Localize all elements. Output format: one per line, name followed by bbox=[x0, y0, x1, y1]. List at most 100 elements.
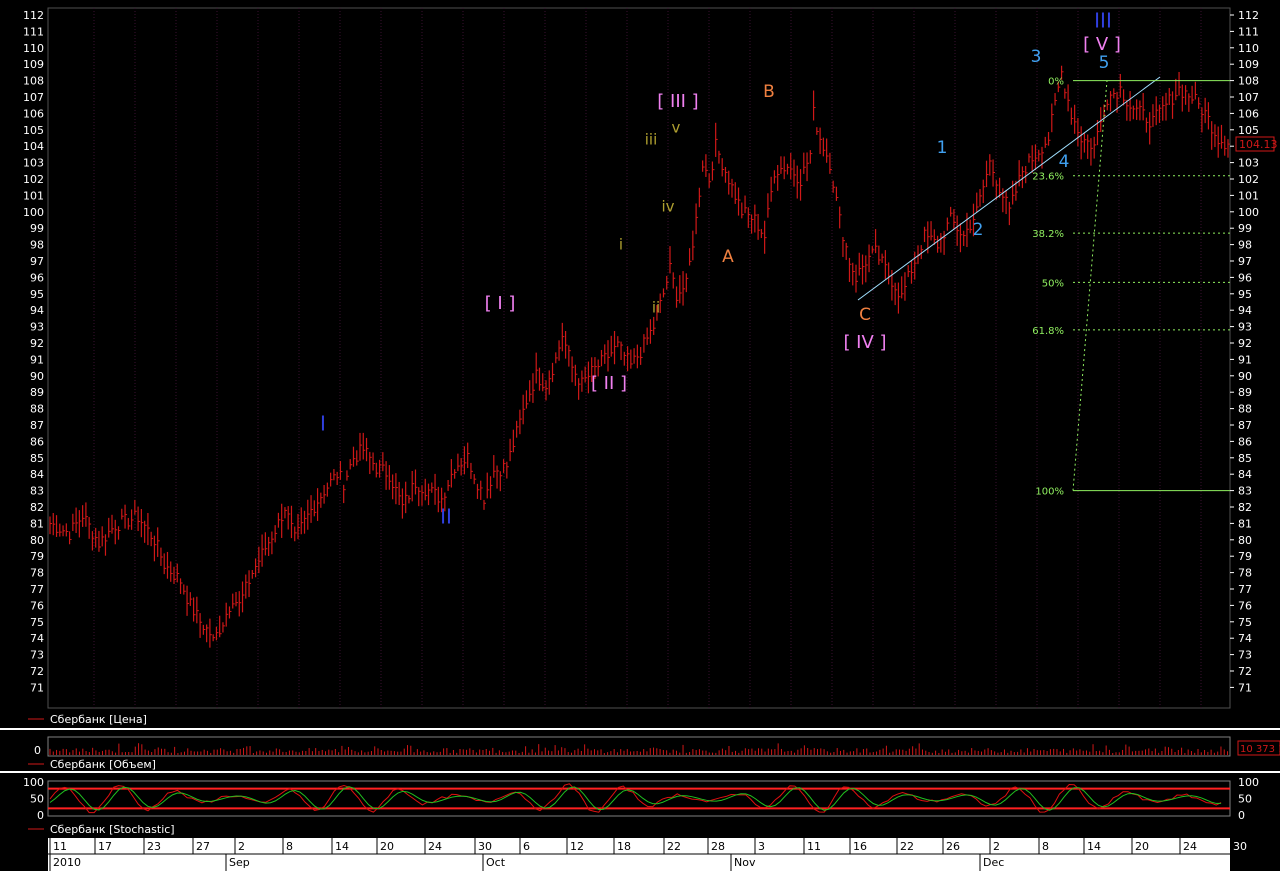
time-month-label: Oct bbox=[486, 856, 506, 869]
price-caption: Сбербанк [Цена] bbox=[50, 713, 147, 726]
time-day-label: 17 bbox=[98, 840, 112, 853]
time-day-label: 2 bbox=[993, 840, 1000, 853]
price-tick: 82 bbox=[1238, 501, 1252, 514]
price-tick: 90 bbox=[1238, 370, 1252, 383]
price-tick: 100 bbox=[1238, 206, 1259, 219]
volume-bars bbox=[49, 743, 1229, 755]
price-tick-left: 106 bbox=[23, 107, 44, 120]
time-day-label: 3 bbox=[758, 840, 765, 853]
price-tick: 87 bbox=[1238, 419, 1252, 432]
stoch-tick-right: 0 bbox=[1238, 809, 1245, 822]
last-price-label: 104.13 bbox=[1239, 138, 1278, 151]
price-tick: 72 bbox=[1238, 665, 1252, 678]
price-tick: 101 bbox=[1238, 189, 1259, 202]
time-day-label: 22 bbox=[900, 840, 914, 853]
stoch-tick-right: 100 bbox=[1238, 776, 1259, 789]
time-day-label: 23 bbox=[147, 840, 161, 853]
price-tick-left: 80 bbox=[30, 534, 44, 547]
price-tick: 109 bbox=[1238, 58, 1259, 71]
time-day-label: 30 bbox=[478, 840, 492, 853]
price-tick: 102 bbox=[1238, 173, 1259, 186]
price-tick-left: 77 bbox=[30, 583, 44, 596]
price-tick: 74 bbox=[1238, 632, 1252, 645]
price-tick-left: 94 bbox=[30, 304, 44, 317]
stoch-tick-left: 50 bbox=[30, 793, 44, 806]
wave-label: III bbox=[1094, 9, 1112, 33]
price-tick: 91 bbox=[1238, 353, 1252, 366]
wave-label: 4 bbox=[1059, 152, 1070, 172]
price-tick-left: 72 bbox=[30, 665, 44, 678]
stochastic-axis: 0 0 50 50 100 100 bbox=[23, 776, 1259, 822]
price-tick-left: 74 bbox=[30, 632, 44, 645]
price-tick: 108 bbox=[1238, 75, 1259, 88]
price-tick: 93 bbox=[1238, 321, 1252, 334]
price-tick-left: 103 bbox=[23, 157, 44, 170]
stoch-caption: Сбербанк [Stochastic] bbox=[50, 823, 175, 836]
time-day-label: 24 bbox=[1183, 840, 1197, 853]
time-day-label: 30 bbox=[1233, 840, 1247, 853]
time-day-label: 24 bbox=[428, 840, 442, 853]
price-tick: 112 bbox=[1238, 9, 1259, 22]
time-day-label: 14 bbox=[335, 840, 349, 853]
time-day-label: 8 bbox=[1042, 840, 1049, 853]
price-tick-left: 91 bbox=[30, 353, 44, 366]
price-tick: 110 bbox=[1238, 42, 1259, 55]
price-tick-left: 73 bbox=[30, 649, 44, 662]
wave-label: 5 bbox=[1099, 53, 1110, 73]
wave-label: [ III ] bbox=[657, 91, 698, 112]
price-grid bbox=[47, 7, 1231, 709]
wave-label: [ IV ] bbox=[843, 332, 886, 353]
price-tick: 92 bbox=[1238, 337, 1252, 350]
time-day-label: 28 bbox=[711, 840, 725, 853]
time-day-label: 2 bbox=[238, 840, 245, 853]
price-tick: 111 bbox=[1238, 25, 1259, 38]
price-tick-left: 111 bbox=[23, 25, 44, 38]
fib-level-label: 23.6% bbox=[1032, 172, 1064, 183]
price-tick: 88 bbox=[1238, 403, 1252, 416]
price-tick-left: 98 bbox=[30, 239, 44, 252]
price-tick-left: 107 bbox=[23, 91, 44, 104]
price-tick-left: 86 bbox=[30, 435, 44, 448]
price-tick-left: 110 bbox=[23, 42, 44, 55]
price-tick: 73 bbox=[1238, 649, 1252, 662]
volume-last-label: 10 373 1 bbox=[1240, 744, 1280, 755]
wave-label: 3 bbox=[1031, 47, 1042, 67]
fib-level-label: 50% bbox=[1042, 278, 1064, 289]
price-tick-left: 109 bbox=[23, 58, 44, 71]
price-tick-left: 83 bbox=[30, 485, 44, 498]
price-tick: 75 bbox=[1238, 616, 1252, 629]
price-tick: 97 bbox=[1238, 255, 1252, 268]
price-tick: 80 bbox=[1238, 534, 1252, 547]
price-tick-left: 71 bbox=[30, 681, 44, 694]
stoch-tick-right: 50 bbox=[1238, 793, 1252, 806]
wave-label: C bbox=[859, 305, 871, 325]
stochastic-lines bbox=[48, 783, 1230, 814]
time-day-label: 14 bbox=[1087, 840, 1101, 853]
price-tick-left: 85 bbox=[30, 452, 44, 465]
wave-label: iv bbox=[661, 198, 674, 216]
price-tick: 86 bbox=[1238, 435, 1252, 448]
time-day-label: 26 bbox=[946, 840, 960, 853]
wave-label: v bbox=[672, 119, 681, 137]
price-tick-left: 75 bbox=[30, 616, 44, 629]
plot-frame bbox=[47, 7, 1231, 709]
time-day-label: 18 bbox=[617, 840, 631, 853]
price-tick-left: 93 bbox=[30, 321, 44, 334]
time-month-label: Nov bbox=[734, 856, 756, 869]
time-day-label: 6 bbox=[523, 840, 530, 853]
price-tick: 85 bbox=[1238, 452, 1252, 465]
time-day-label: 20 bbox=[1135, 840, 1149, 853]
price-tick-left: 82 bbox=[30, 501, 44, 514]
fib-level-label: 38.2% bbox=[1032, 229, 1064, 240]
trendline-support bbox=[857, 76, 1161, 301]
wave-label: [ II ] bbox=[591, 373, 627, 394]
time-day-label: 11 bbox=[807, 840, 821, 853]
volume-legend: Сбербанк [Объем] bbox=[28, 758, 156, 771]
price-tick-left: 92 bbox=[30, 337, 44, 350]
price-tick: 71 bbox=[1238, 681, 1252, 694]
price-tick: 103 bbox=[1238, 157, 1259, 170]
time-day-label: 12 bbox=[570, 840, 584, 853]
price-tick-left: 87 bbox=[30, 419, 44, 432]
wave-label: I bbox=[320, 412, 326, 436]
price-tick: 89 bbox=[1238, 386, 1252, 399]
